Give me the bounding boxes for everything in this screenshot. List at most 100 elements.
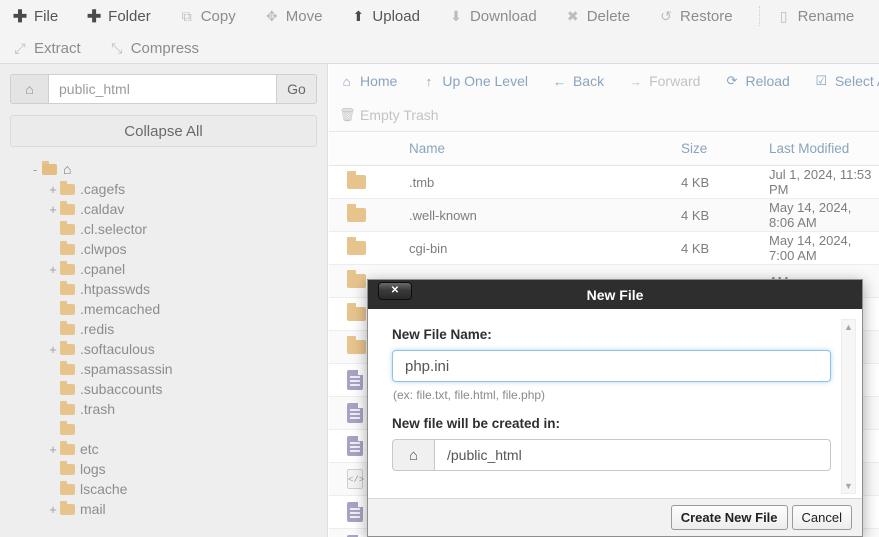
tree-item-cagefs[interactable]: + .cagefs	[10, 179, 317, 199]
main-toolbar: ✚ File ✚ Folder ⧉ Copy ✥ Move ⬆ Upload ⬇ Download ✖ D…	[0, 0, 879, 64]
tree-item-label: .clwpos	[80, 241, 127, 257]
tree-item-trash[interactable]: .trash	[10, 399, 317, 419]
table-row[interactable]: .tmb 4 KB Jul 1, 2024, 11:53 PM	[329, 165, 879, 199]
move-icon: ✥	[265, 8, 278, 24]
toolbar-item-move: ✥ Move	[262, 2, 335, 30]
toolbar-item-extract: ⤢ Extract	[10, 34, 93, 62]
expand-icon[interactable]: +	[46, 442, 60, 457]
close-icon[interactable]: ✕	[378, 282, 412, 300]
expand-icon[interactable]: +	[46, 262, 60, 277]
scroll-up-icon[interactable]: ▲	[842, 320, 855, 334]
tree-item-etc[interactable]: + etc	[10, 439, 317, 459]
expand-icon[interactable]: +	[46, 342, 60, 357]
file-name-cell: cgi-bin	[381, 231, 681, 265]
checkbox-icon: ☑	[815, 73, 828, 88]
folder-open-icon	[42, 160, 57, 175]
dialog-header: ✕ New File	[368, 280, 862, 309]
toolbar-item-delete: ✖ Delete	[563, 2, 642, 30]
home-icon: ⌂	[392, 439, 435, 471]
home-icon[interactable]: ⌂	[10, 74, 48, 104]
folder-icon	[60, 460, 75, 475]
table-row[interactable]: .well-known 4 KB May 14, 2024, 8:06 AM	[329, 198, 879, 232]
dialog-body: New File Name: php.ini (ex: file.txt, fi…	[368, 309, 862, 498]
toolbar-divider	[758, 6, 760, 26]
expand-icon[interactable]: +	[46, 502, 60, 517]
file-manager-app: ✚ File ✚ Folder ⧉ Copy ✥ Move ⬆ Upload ⬇ Download ✖ D…	[0, 0, 879, 537]
toolbar-item-upload[interactable]: ⬆ Upload	[348, 2, 432, 30]
tree-item-label: .caldav	[80, 201, 125, 217]
path-input[interactable]: public_html	[48, 74, 277, 104]
toolbar-item-folder[interactable]: ✚ Folder	[84, 2, 163, 30]
toolbar-item-copy: ⧉ Copy	[177, 2, 248, 30]
folder-icon	[60, 380, 75, 395]
tree-item-logs[interactable]: logs	[10, 459, 317, 479]
tree-item-cl.selector[interactable]: .cl.selector	[10, 219, 317, 239]
toolbar-item-label: Download	[469, 7, 537, 25]
tree-item[interactable]: - ⌂	[10, 159, 317, 179]
home-icon: ⌂	[342, 73, 351, 89]
tree-item-spamassassin[interactable]: .spamassassin	[10, 359, 317, 379]
column-header-icon	[329, 132, 381, 166]
tree-item-label: .trash	[80, 401, 116, 417]
folder-icon	[60, 240, 75, 255]
folder-icon	[60, 300, 75, 315]
tree-item-softaculous[interactable]: + .softaculous	[10, 339, 317, 359]
file-table-header-row: Name Size Last Modified	[329, 132, 879, 166]
nav-item-label: Empty Trash	[360, 107, 439, 123]
new-file-name-input[interactable]: php.ini	[392, 350, 831, 382]
doc-icon	[347, 502, 363, 522]
table-row[interactable]: cgi-bin 4 KB May 14, 2024, 7:00 AM	[329, 231, 879, 265]
folder-icon	[347, 303, 366, 321]
doc-icon	[347, 403, 363, 423]
folder-icon	[60, 180, 75, 195]
upload-icon: ⬆	[352, 8, 365, 24]
toolbar-item-restore: ↺ Restore	[656, 2, 745, 30]
go-button[interactable]: Go	[277, 74, 317, 104]
column-header-name[interactable]: Name	[381, 132, 681, 166]
collapse-icon[interactable]: -	[28, 162, 42, 177]
nav-item-select-all[interactable]: ☑ Select All	[812, 68, 879, 94]
tree-item-htpasswds[interactable]: .htpasswds	[10, 279, 317, 299]
dialog-scrollbar[interactable]: ▲ ▼	[841, 319, 856, 494]
collapse-all-button[interactable]: Collapse All	[10, 115, 317, 147]
new-file-dialog: ✕ New File New File Name: php.ini (ex: f…	[367, 279, 863, 537]
path-navigation-row: ⌂ public_html Go	[10, 74, 317, 104]
scroll-down-icon[interactable]: ▼	[842, 479, 855, 493]
column-header-size[interactable]: Size	[681, 132, 769, 166]
toolbar-item-download: ⬇ Download	[446, 2, 549, 30]
tree-item-mail[interactable]: + mail	[10, 499, 317, 519]
tree-item-subaccounts[interactable]: .subaccounts	[10, 379, 317, 399]
tree-item-clwpos[interactable]: .clwpos	[10, 239, 317, 259]
nav-item-label: Reload	[745, 73, 790, 89]
nav-item-up-one-level[interactable]: ↑ Up One Level	[419, 68, 538, 94]
cancel-button[interactable]: Cancel	[791, 505, 852, 530]
expand-icon[interactable]: +	[46, 182, 60, 197]
expand-icon[interactable]: +	[46, 202, 60, 217]
tree-item-lscache[interactable]: lscache	[10, 479, 317, 499]
nav-item-reload[interactable]: ⟳ Reload	[722, 68, 799, 94]
toolbar-item-label: Folder	[108, 7, 151, 25]
file-icon-cell	[329, 198, 381, 232]
toolbar-item-label: File	[34, 7, 59, 25]
folder-icon	[60, 200, 75, 215]
nav-item-back[interactable]: ← Back	[550, 68, 614, 94]
folder-icon	[60, 440, 75, 455]
tree-item-memcached[interactable]: .memcached	[10, 299, 317, 319]
tree-item[interactable]	[10, 419, 317, 439]
tree-item-redis[interactable]: .redis	[10, 319, 317, 339]
location-path-input[interactable]: /public_html	[435, 439, 831, 471]
tree-item-label: logs	[80, 461, 106, 477]
toolbar-item-file[interactable]: ✚ File	[10, 2, 70, 30]
create-new-file-button[interactable]: Create New File	[670, 505, 788, 530]
plus-icon: ✚	[87, 6, 102, 26]
file-modified-cell: May 14, 2024, 7:00 AM	[769, 231, 879, 265]
tree-item-cpanel[interactable]: + .cpanel	[10, 259, 317, 279]
nav-item-home[interactable]: ⌂ Home	[337, 68, 407, 94]
tree-item-caldav[interactable]: + .caldav	[10, 199, 317, 219]
compress-icon: ⤡	[111, 40, 123, 56]
toolbar-row-secondary: ⤢ Extract ⤡ Compress	[10, 32, 869, 64]
folder-icon	[60, 340, 75, 355]
directory-tree: - ⌂ + .cagefs + .caldav .cl.selector .clwpos + .c…	[10, 159, 317, 519]
file-icon-cell	[329, 231, 381, 265]
column-header-last-modified[interactable]: Last Modified	[769, 132, 879, 166]
